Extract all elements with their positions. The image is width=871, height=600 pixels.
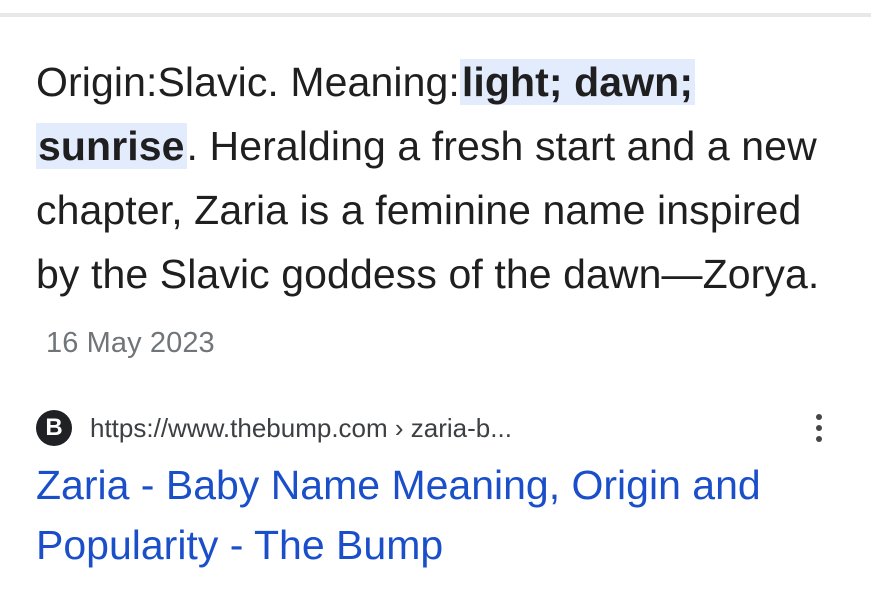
top-divider — [0, 13, 871, 17]
search-result-page: Origin:Slavic. Meaning:light; dawn; sunr… — [0, 0, 871, 600]
menu-dot — [816, 436, 822, 442]
snippet-date: 16 May 2023 — [46, 327, 215, 359]
result-snippet: Origin:Slavic. Meaning:light; dawn; sunr… — [36, 50, 836, 375]
result-title-link[interactable]: Zaria - Baby Name Meaning, Origin and Po… — [36, 455, 846, 575]
result-url[interactable]: https://www.thebump.com › zaria-b... — [90, 413, 512, 444]
result-source[interactable]: B https://www.thebump.com › zaria-b... — [36, 408, 836, 448]
snippet-prefix: Origin:Slavic. Meaning: — [36, 59, 460, 105]
thebump-logo-icon: B — [36, 410, 72, 446]
snippet-highlight: light; dawn; — [459, 59, 696, 105]
more-vert-icon[interactable] — [807, 410, 831, 446]
menu-dot — [816, 414, 822, 420]
snippet-highlight-2: sunrise — [36, 123, 187, 169]
menu-dot — [816, 425, 822, 431]
